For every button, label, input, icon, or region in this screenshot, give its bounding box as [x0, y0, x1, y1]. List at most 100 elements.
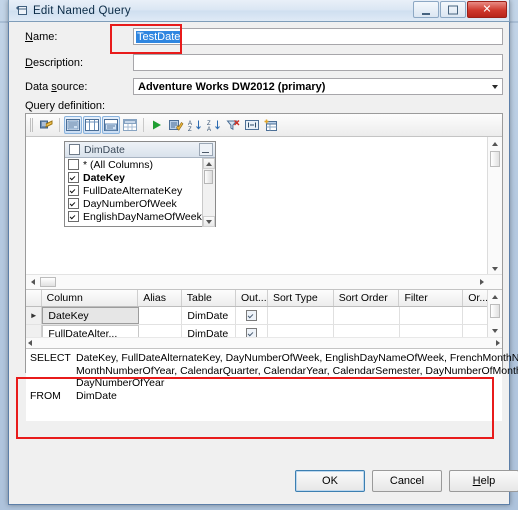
sql-text: DateKey, FullDateAlternateKey, DayNumber…: [76, 352, 518, 364]
show-sql-pane-icon[interactable]: [102, 116, 120, 134]
diagram-table-header[interactable]: DimDate: [65, 142, 215, 158]
sql-keyword: FROM: [30, 389, 61, 402]
minimize-table-icon[interactable]: [199, 143, 213, 156]
scroll-left-button[interactable]: [26, 279, 39, 285]
scroll-right-button[interactable]: [475, 279, 488, 285]
window-title-bar[interactable]: Edit Named Query ✕: [8, 0, 510, 22]
name-row: Name: TestDate: [25, 28, 503, 45]
diagram-pane[interactable]: DimDate * (All Columns) DateKey FullDate…: [26, 137, 502, 290]
checkbox-datekey[interactable]: [68, 172, 79, 183]
data-source-combobox[interactable]: Adventure Works DW2012 (primary): [133, 78, 503, 95]
grid-header-sort-type[interactable]: Sort Type: [268, 290, 334, 306]
cell-output[interactable]: [236, 307, 269, 324]
list-item[interactable]: EnglishDayNameOfWeek: [65, 210, 215, 223]
sort-descending-icon[interactable]: Z A: [205, 116, 223, 134]
list-item[interactable]: DayNumberOfWeek: [65, 197, 215, 210]
toolbar-grip[interactable]: [30, 118, 33, 132]
table-row[interactable]: ► DateKey DimDate: [26, 307, 502, 325]
table-icon: [69, 144, 80, 155]
toolbar-separator: [59, 118, 60, 132]
query-definition-label: Query definition:: [25, 100, 106, 112]
checkbox-daynumberofweek[interactable]: [68, 198, 79, 209]
close-button[interactable]: ✕: [467, 1, 507, 18]
scroll-down-button[interactable]: [203, 216, 215, 227]
diagram-column-list[interactable]: * (All Columns) DateKey FullDateAlternat…: [65, 158, 215, 227]
sql-pane[interactable]: SELECT DateKey, FullDateAlternateKey, Da…: [26, 349, 518, 421]
query-designer-toolbar: A Z Z A: [26, 114, 502, 137]
scroll-left-button[interactable]: [28, 340, 32, 346]
remove-filter-icon[interactable]: [224, 116, 242, 134]
grid-header-alias[interactable]: Alias: [138, 290, 182, 306]
table-vertical-scrollbar[interactable]: [202, 158, 215, 227]
column-label: DateKey: [83, 171, 126, 184]
show-results-pane-icon[interactable]: [121, 116, 139, 134]
grid-horizontal-scrollbar[interactable]: [26, 337, 502, 348]
cell-table[interactable]: DimDate: [182, 307, 237, 324]
show-diagram-pane-icon[interactable]: [64, 116, 82, 134]
query-definition-panel: A Z Z A DimDate * (All Columns) DateKey …: [25, 113, 518, 421]
checkbox-englishdaynameofweek[interactable]: [68, 211, 79, 222]
scroll-up-button[interactable]: [488, 290, 502, 303]
sql-line: SELECT DateKey, FullDateAlternateKey, Da…: [30, 352, 518, 365]
data-source-row: Data source: Adventure Works DW2012 (pri…: [25, 78, 503, 95]
grid-header-row: Column Alias Table Out... Sort Type Sort…: [26, 290, 503, 307]
grid-header-sort-order[interactable]: Sort Order: [334, 290, 400, 306]
row-selector-icon[interactable]: ►: [26, 307, 43, 324]
cell-alias[interactable]: [139, 307, 183, 324]
list-item[interactable]: * (All Columns): [65, 158, 215, 171]
window-title: Edit Named Query: [33, 4, 131, 17]
scroll-up-button[interactable]: [488, 137, 502, 150]
scroll-up-button[interactable]: [203, 158, 215, 169]
add-table-icon[interactable]: [262, 116, 280, 134]
data-source-value: Adventure Works DW2012 (primary): [138, 80, 326, 93]
description-input[interactable]: [133, 54, 503, 71]
scrollbar-thumb[interactable]: [490, 151, 500, 167]
list-item[interactable]: DateKey: [65, 171, 215, 184]
column-label: FullDateAlternateKey: [83, 184, 183, 197]
svg-text:Z: Z: [188, 127, 192, 132]
help-button[interactable]: Help: [449, 470, 518, 492]
scroll-right-button[interactable]: [496, 340, 500, 346]
cell-sort-type[interactable]: [268, 307, 334, 324]
change-type-icon[interactable]: [37, 116, 55, 134]
grid-header-table[interactable]: Table: [182, 290, 236, 306]
grid-header-selector: [26, 290, 42, 306]
scrollbar-thumb[interactable]: [40, 277, 56, 287]
verify-sql-icon[interactable]: [167, 116, 185, 134]
sort-ascending-icon[interactable]: A Z: [186, 116, 204, 134]
scrollbar-thumb[interactable]: [204, 170, 213, 184]
scroll-down-button[interactable]: [488, 324, 502, 337]
grid-header-column[interactable]: Column: [42, 290, 139, 306]
output-checkbox[interactable]: [246, 310, 258, 321]
show-grid-pane-icon[interactable]: [83, 116, 101, 134]
run-icon[interactable]: [148, 116, 166, 134]
cell-column[interactable]: DateKey: [42, 307, 139, 324]
description-label: Description:: [25, 56, 84, 69]
checkbox-fulldatealternatekey[interactable]: [68, 185, 79, 196]
name-input[interactable]: TestDate: [133, 28, 503, 45]
list-item[interactable]: FullDateAlternateKey: [65, 184, 215, 197]
toolbar-separator: [143, 118, 144, 132]
diagram-table-name: DimDate: [84, 143, 125, 156]
diagram-table-dimdate[interactable]: DimDate * (All Columns) DateKey FullDate…: [64, 141, 216, 227]
chevron-down-icon[interactable]: [492, 84, 498, 89]
sql-line: MonthNumberOfYear, CalendarQuarter, Cale…: [76, 364, 518, 377]
description-row: Description:: [25, 54, 503, 71]
cell-sort-order[interactable]: [334, 307, 400, 324]
grid-header-output[interactable]: Out...: [236, 290, 268, 306]
grid-header-filter[interactable]: Filter: [399, 290, 464, 306]
use-group-by-icon[interactable]: [243, 116, 261, 134]
diagram-horizontal-scrollbar[interactable]: [26, 274, 502, 289]
maximize-button[interactable]: [440, 1, 466, 18]
criteria-grid-pane[interactable]: Column Alias Table Out... Sort Type Sort…: [26, 290, 503, 349]
cell-filter[interactable]: [400, 307, 464, 324]
diagram-vertical-scrollbar[interactable]: [487, 137, 502, 289]
name-label: Name:: [25, 30, 58, 43]
svg-text:A: A: [207, 127, 211, 132]
data-source-label: Data source:: [25, 80, 88, 93]
ok-button[interactable]: OK: [295, 470, 365, 492]
cancel-button[interactable]: Cancel: [372, 470, 442, 492]
minimize-button[interactable]: [413, 1, 439, 18]
scrollbar-thumb[interactable]: [490, 304, 500, 318]
checkbox-all-columns[interactable]: [68, 159, 79, 170]
